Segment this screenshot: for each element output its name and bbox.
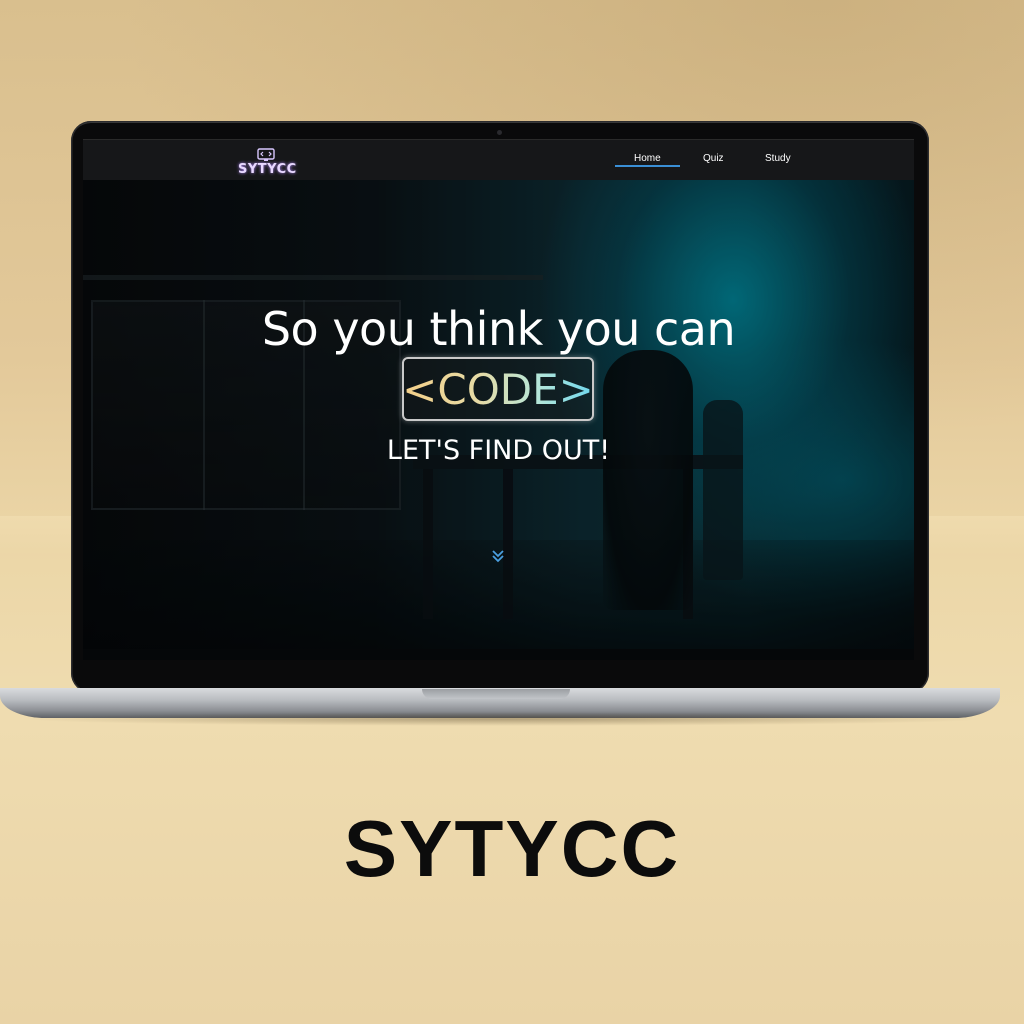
screen-bottom-bezel <box>83 649 914 660</box>
navbar: SYTYCC Home Quiz Study <box>83 139 914 180</box>
nav-home-link[interactable]: Home <box>634 153 661 164</box>
logo[interactable]: SYTYCC <box>235 146 305 178</box>
monitor-code-icon <box>257 148 275 161</box>
nav-study-link[interactable]: Study <box>765 153 791 164</box>
caption-title: SYTYCC <box>343 804 681 893</box>
active-nav-indicator <box>615 165 680 167</box>
hero-subtitle: LET'S FIND OUT! <box>386 435 611 466</box>
laptop-shadow <box>20 712 990 726</box>
laptop-hinge-notch <box>422 689 570 699</box>
laptop-screen: SYTYCC Home Quiz Study So you think you … <box>83 139 914 660</box>
camera-icon <box>497 130 502 135</box>
chevron-double-down-icon[interactable] <box>491 549 505 563</box>
nav-quiz-link[interactable]: Quiz <box>703 153 724 164</box>
code-word: <CODE> <box>402 365 594 414</box>
logo-text: SYTYCC <box>238 162 297 177</box>
hero-title: So you think you can <box>261 302 736 356</box>
